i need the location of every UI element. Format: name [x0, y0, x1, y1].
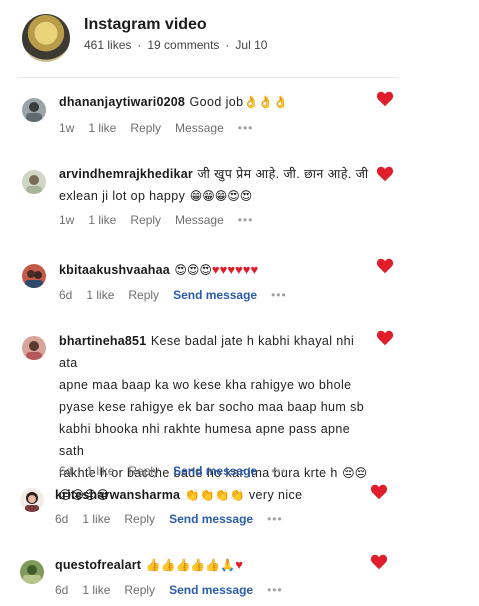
reply-button[interactable]: Reply — [124, 583, 155, 597]
send-message-button[interactable]: Send message — [169, 512, 253, 526]
more-dots-icon[interactable]: ••• — [267, 512, 283, 526]
comment-emoji: 👏👏👏👏 — [184, 488, 245, 502]
reply-button[interactable]: Reply — [124, 512, 155, 526]
like-count[interactable]: 1 like — [88, 121, 116, 135]
like-count[interactable]: 1 like — [82, 512, 110, 526]
more-dots-icon[interactable]: ••• — [271, 288, 287, 302]
reply-button[interactable]: Reply — [130, 121, 161, 135]
meta-separator: · — [225, 38, 230, 52]
comment-item: dhananjaytiwari0208 Good job👌👌👌 1w 1 like… — [0, 88, 479, 148]
comment-text: जी खुप प्रेम आहे. जी. छान आहे. जी — [197, 167, 369, 181]
like-count[interactable]: 1 like — [88, 213, 116, 227]
post-thumbnail[interactable] — [22, 14, 70, 62]
comment-username[interactable]: bhartineha851 — [59, 334, 146, 348]
comment-item: kbitaakushvaahaa 😍😍😍♥♥♥♥♥♥ 6d 1 like Reply… — [0, 256, 479, 314]
send-message-button[interactable]: Send message — [173, 288, 257, 302]
heart-icon[interactable] — [376, 166, 394, 182]
avatar[interactable] — [22, 264, 46, 288]
comment-emoji: 😔😔 — [342, 466, 368, 480]
heart-icon[interactable] — [376, 258, 394, 274]
avatar[interactable] — [20, 488, 44, 512]
reply-button[interactable]: Reply — [128, 464, 159, 478]
send-message-button[interactable]: Send message — [169, 583, 253, 597]
comment-emoji: 👌👌👌 — [243, 95, 289, 109]
header-divider — [18, 77, 398, 78]
comment-age: 6d — [59, 288, 73, 302]
avatar[interactable] — [22, 98, 46, 122]
comment-username[interactable]: kbitaakushvaahaa — [59, 263, 170, 277]
heart-icon[interactable] — [370, 484, 388, 500]
comment-emoji: 😁😁😁😍😍 — [189, 189, 253, 203]
comment-text: kabhi bhooka nhi rakhte humesa apne pass… — [59, 422, 351, 458]
comment-age: 6d — [55, 512, 69, 526]
send-message-button[interactable]: Send message — [173, 464, 257, 478]
like-count[interactable]: 1 like — [82, 583, 110, 597]
comment-emoji: 👍👍👍👍👍🙏 — [145, 558, 236, 572]
post-meta: 461 likes · 19 comments · Jul 10 — [84, 38, 273, 52]
comment-age: 1w — [59, 121, 75, 135]
comment-item: bhartineha851 Kese badal jate h kabhi kh… — [0, 330, 479, 502]
comment-text: very nice — [248, 488, 303, 502]
message-button[interactable]: Message — [175, 121, 224, 135]
more-dots-icon[interactable]: ••• — [267, 583, 283, 597]
reply-button[interactable]: Reply — [128, 288, 159, 302]
heart-icon[interactable] — [370, 554, 388, 570]
comment-age: 6d — [55, 583, 69, 597]
post-date: Jul 10 — [235, 38, 268, 52]
comment-username[interactable]: arvindhemrajkhedikar — [59, 167, 193, 181]
avatar[interactable] — [22, 170, 46, 194]
like-count[interactable]: 1 like — [86, 464, 114, 478]
comment-age: 6d — [59, 464, 73, 478]
avatar[interactable] — [22, 336, 46, 360]
comment-text: apne maa baap ka wo kese kha rahigye wo … — [59, 378, 352, 392]
comment-item: kritesharwansharma 👏👏👏👏 very nice 6d 1 li… — [0, 484, 479, 534]
comments-count[interactable]: 19 comments — [147, 38, 219, 52]
post-header: Instagram video 461 likes · 19 comments · Ju… — [18, 8, 398, 66]
comment-item: arvindhemrajkhedikar जी खुप प्रेम आहे. ज… — [0, 160, 479, 240]
comment-emoji: 😍😍😍 — [174, 263, 212, 277]
comment-age: 1w — [59, 213, 75, 227]
more-dots-icon[interactable]: ••• — [238, 213, 254, 227]
comment-hearts: ♥ — [235, 557, 243, 572]
message-button[interactable]: Message — [175, 213, 224, 227]
like-count[interactable]: 1 like — [86, 288, 114, 302]
heart-icon[interactable] — [376, 91, 394, 107]
reply-button[interactable]: Reply — [130, 213, 161, 227]
comment-username[interactable]: dhananjaytiwari0208 — [59, 95, 185, 109]
meta-separator: · — [137, 38, 142, 52]
more-dots-icon[interactable]: ••• — [238, 121, 254, 135]
more-dots-icon[interactable]: ••• — [271, 464, 287, 478]
comment-item: questofrealart 👍👍👍👍👍🙏♥ 6d 1 like Reply Send… — [0, 554, 479, 604]
likes-count[interactable]: 461 likes — [84, 38, 131, 52]
avatar[interactable] — [20, 560, 44, 584]
heart-icon[interactable] — [376, 330, 394, 346]
comment-username[interactable]: questofrealart — [55, 558, 141, 572]
comment-hearts: ♥♥♥♥♥♥ — [211, 262, 259, 277]
comment-text: pyase kese rahigye ek bar socho maa baap… — [59, 400, 365, 414]
comment-text: exlean ji lot op happy — [59, 189, 186, 203]
comment-text: Good job — [189, 95, 244, 109]
post-title: Instagram video — [84, 16, 207, 33]
comment-username[interactable]: kritesharwansharma — [55, 488, 180, 502]
